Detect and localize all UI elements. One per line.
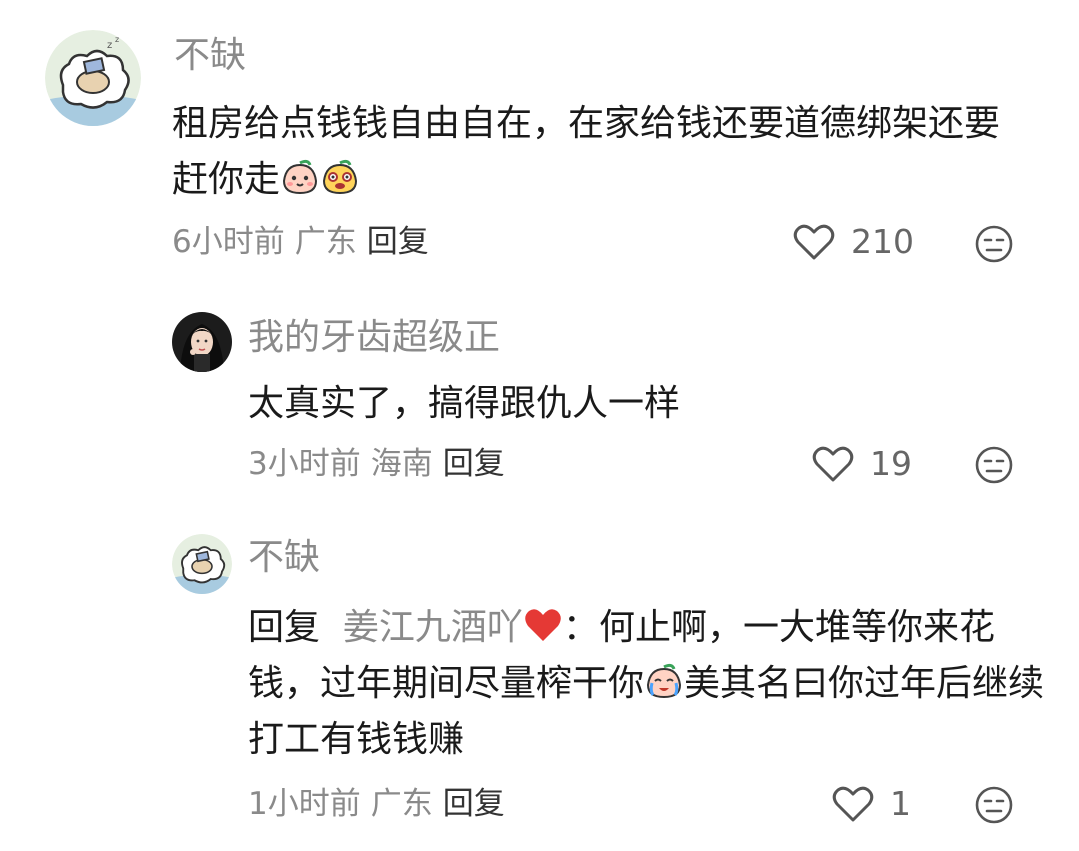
comment-location: 广东 <box>370 786 433 822</box>
red-heart-icon <box>525 609 561 641</box>
reply-button[interactable]: 回复 <box>443 446 505 482</box>
like-button[interactable]: 1 <box>832 784 911 823</box>
reply-button[interactable]: 回复 <box>367 224 429 260</box>
svg-text:z: z <box>115 35 119 44</box>
colon: ： <box>562 607 599 648</box>
like-button[interactable]: 19 <box>812 444 912 483</box>
heart-outline-icon <box>812 446 854 481</box>
avatar[interactable] <box>172 534 232 594</box>
girl-photo-avatar-icon <box>172 312 232 372</box>
dislike-face-icon[interactable] <box>974 224 1014 264</box>
comment-location: 广东 <box>294 224 357 260</box>
like-count: 210 <box>851 222 914 261</box>
like-count: 1 <box>890 784 911 823</box>
comment-username[interactable]: 不缺 <box>248 536 320 580</box>
comment-text: 太真实了，搞得跟仇人一样 <box>248 376 1028 432</box>
comment-location: 海南 <box>370 446 433 482</box>
comment-time: 6小时前 <box>172 224 285 260</box>
comment-meta: 1小时前 广东 回复 <box>248 784 505 824</box>
like-count: 19 <box>870 444 912 483</box>
dislike-face-icon[interactable] <box>974 785 1014 825</box>
comment-meta: 3小时前 海南 回复 <box>248 444 505 484</box>
comment-username[interactable]: 我的牙齿超级正 <box>248 316 500 360</box>
dislike-face-icon[interactable] <box>974 445 1014 485</box>
sleeping-sheep-avatar-icon <box>172 534 232 594</box>
comment-time: 3小时前 <box>248 446 361 482</box>
comment-username[interactable]: 不缺 <box>174 34 246 78</box>
heart-outline-icon <box>832 786 874 821</box>
comment-time: 1小时前 <box>248 786 361 822</box>
svg-text:z: z <box>107 40 112 51</box>
reply-button[interactable]: 回复 <box>443 786 505 822</box>
reply-to-username[interactable]: 姜江九酒吖 <box>343 607 523 648</box>
heart-outline-icon <box>793 224 835 259</box>
comment-meta: 6小时前 广东 回复 <box>172 222 429 262</box>
reply-prefix: 回复 <box>248 607 321 648</box>
avatar[interactable]: z z <box>45 30 141 126</box>
dog-emoji-icon <box>323 159 358 195</box>
sleeping-sheep-avatar-icon: z z <box>45 30 141 126</box>
comment-text: 回复 姜江九酒吖 ：何止啊，一大堆等你来花钱，过年期间尽量榨干你 美其名曰你过年后… <box>248 600 1048 768</box>
like-button[interactable]: 210 <box>793 222 914 261</box>
comment-text: 租房给点钱钱自由自在，在家给钱还要道德绑架还要赶你走 <box>172 96 1032 208</box>
crying-peach-emoji-icon <box>647 663 682 699</box>
comment-text-content: 太真实了，搞得跟仇人一样 <box>248 383 681 424</box>
avatar[interactable] <box>172 312 232 372</box>
peach-emoji-icon <box>283 159 318 195</box>
